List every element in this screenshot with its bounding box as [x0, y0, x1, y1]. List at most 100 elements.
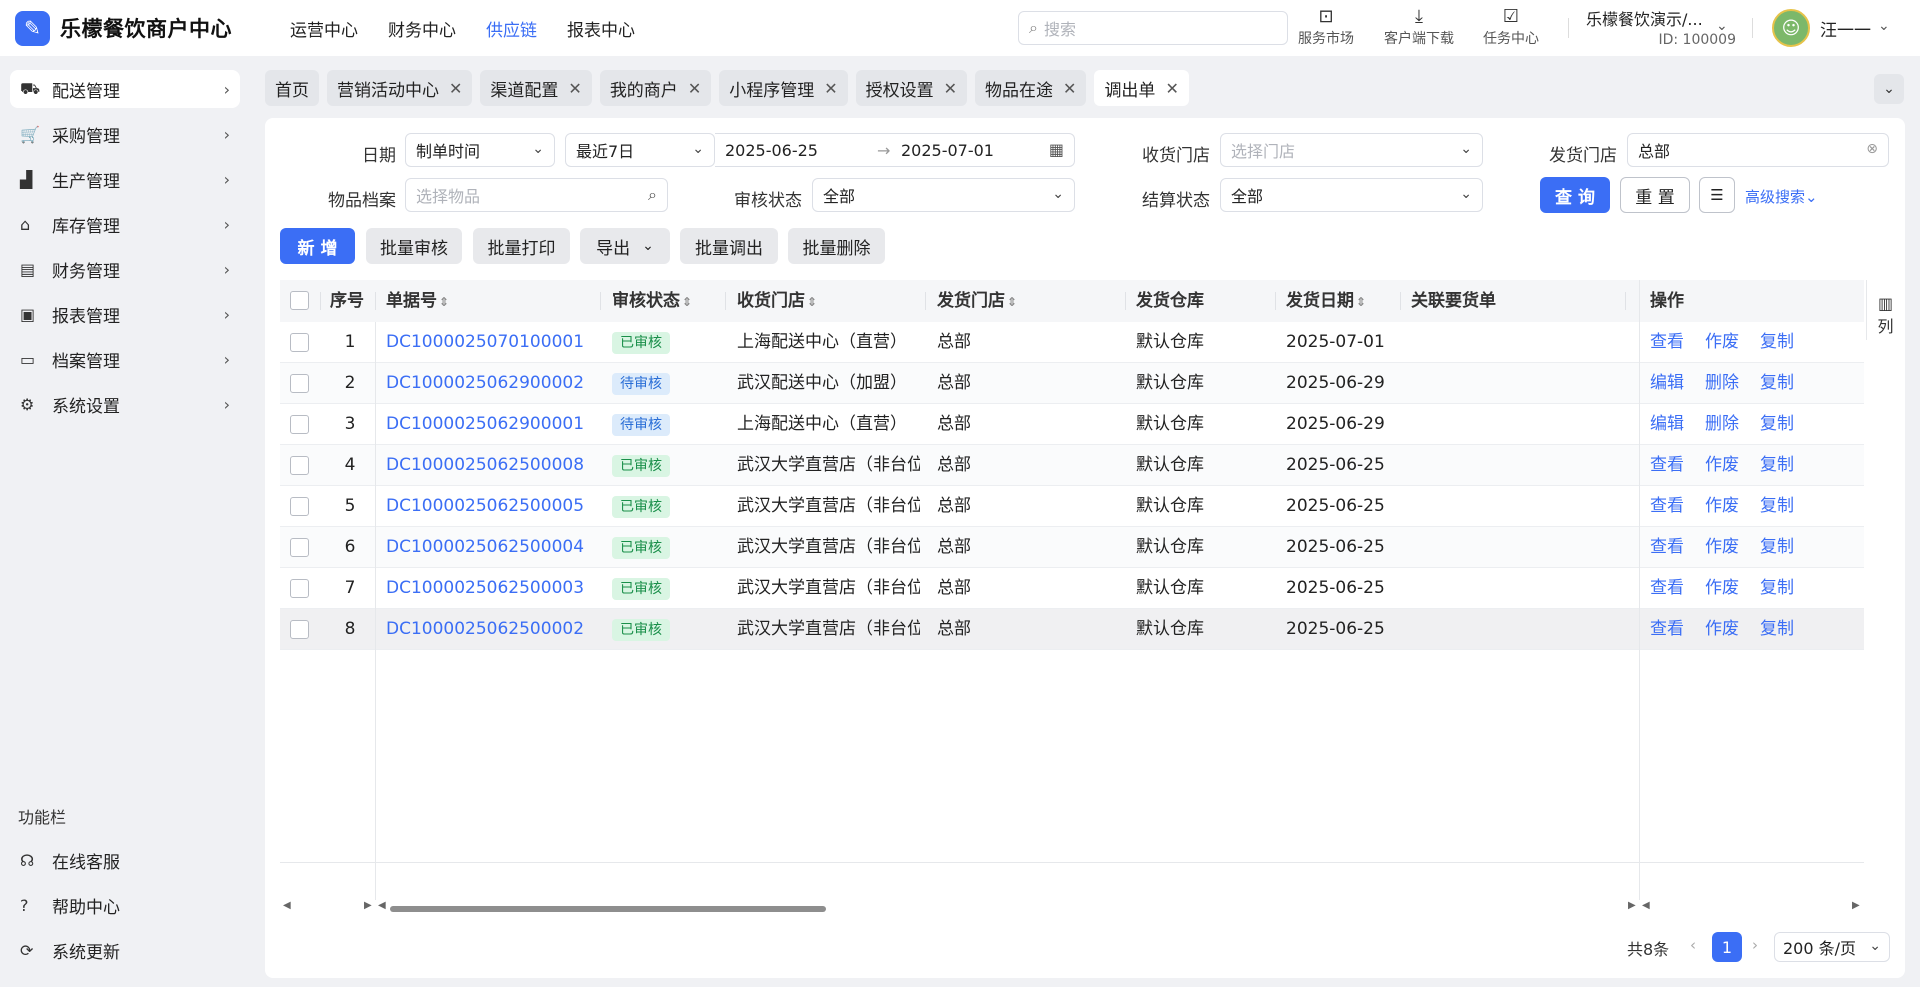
- topnav-item[interactable]: 报表中心: [567, 16, 635, 41]
- table-row[interactable]: 8 DC1000025062500002 已审核 武汉大学直营店（非台位 总部 默认仓库 2…: [280, 609, 1864, 650]
- batch-audit-button[interactable]: 批量审核: [366, 228, 462, 264]
- row-checkbox[interactable]: [290, 415, 309, 434]
- row-action-link[interactable]: 查看: [1650, 486, 1684, 527]
- row-checkbox[interactable]: [290, 497, 309, 516]
- sidebar-item[interactable]: ⌂ 库存管理 ›: [10, 205, 240, 243]
- column-settings-button[interactable]: ▥ 列: [1866, 280, 1904, 340]
- logo[interactable]: ✎ 乐檬餐饮商户中心: [15, 10, 255, 46]
- row-action-link[interactable]: 复制: [1760, 609, 1794, 650]
- header-ship-store[interactable]: 发货门店 ⇕: [937, 280, 1017, 322]
- next-page-icon[interactable]: ›: [1752, 936, 1758, 954]
- query-button[interactable]: 查 询: [1540, 177, 1610, 213]
- sidebar-bottom-item[interactable]: ☊ 在线客服: [10, 841, 240, 879]
- row-action-link[interactable]: 作废: [1705, 568, 1739, 609]
- table-row[interactable]: 4 DC1000025062500008 已审核 武汉大学直营店（非台位 总部 默认仓库 2…: [280, 445, 1864, 486]
- cell-order-no[interactable]: DC1000025062500002: [386, 609, 596, 650]
- audit-status-select[interactable]: 全部 ⌄: [812, 178, 1075, 212]
- scroll-left-arrow[interactable]: ◀: [283, 900, 291, 911]
- page-number-current[interactable]: 1: [1712, 932, 1742, 962]
- sort-icon[interactable]: ⇕: [1356, 295, 1366, 309]
- row-action-link[interactable]: 查看: [1650, 609, 1684, 650]
- close-icon[interactable]: ✕: [824, 79, 837, 98]
- row-checkbox[interactable]: [290, 620, 309, 639]
- row-action-link[interactable]: 复制: [1760, 527, 1794, 568]
- row-checkbox[interactable]: [290, 456, 309, 475]
- row-checkbox[interactable]: [290, 333, 309, 352]
- row-action-link[interactable]: 作废: [1705, 486, 1739, 527]
- avatar[interactable]: ☺: [1772, 9, 1810, 47]
- prev-page-icon[interactable]: ‹: [1690, 936, 1696, 954]
- scroll-right-arrow[interactable]: ▶: [1852, 900, 1860, 911]
- row-action-link[interactable]: 复制: [1760, 322, 1794, 363]
- row-action-link[interactable]: 删除: [1705, 404, 1739, 445]
- cell-order-no[interactable]: DC1000025062900002: [386, 363, 596, 404]
- reset-button[interactable]: 重 置: [1620, 177, 1690, 213]
- settle-status-select[interactable]: 全部 ⌄: [1220, 178, 1483, 212]
- page-tab[interactable]: 小程序管理 ✕: [719, 70, 848, 106]
- row-action-link[interactable]: 复制: [1760, 445, 1794, 486]
- sidebar-item[interactable]: ▭ 档案管理 ›: [10, 340, 240, 378]
- table-row[interactable]: 7 DC1000025062500003 已审核 武汉大学直营店（非台位 总部 默认仓库 2…: [280, 568, 1864, 609]
- sidebar-bottom-item[interactable]: ? 帮助中心: [10, 886, 240, 924]
- header-ship-date[interactable]: 发货日期 ⇕: [1286, 280, 1366, 322]
- page-tab[interactable]: 渠道配置 ✕: [480, 70, 592, 106]
- batch-print-button[interactable]: 批量打印: [473, 228, 570, 264]
- add-button[interactable]: 新 增: [280, 228, 355, 264]
- row-action-link[interactable]: 作废: [1705, 609, 1739, 650]
- user-name[interactable]: 汪一一: [1820, 16, 1871, 41]
- scroll-right-arrow[interactable]: ▶: [364, 900, 372, 911]
- ship-store-select[interactable]: 总部 ⊗: [1627, 133, 1889, 167]
- sort-icon[interactable]: ⇕: [682, 295, 692, 309]
- row-action-link[interactable]: 查看: [1650, 568, 1684, 609]
- sidebar-item[interactable]: ⛟ 配送管理 ›: [10, 70, 240, 108]
- tool-task-center[interactable]: ☑ 任务中心: [1483, 6, 1539, 48]
- row-checkbox[interactable]: [290, 579, 309, 598]
- close-icon[interactable]: ✕: [449, 79, 462, 98]
- page-size-select[interactable]: 200 条/页 ⌄: [1774, 932, 1890, 962]
- row-action-link[interactable]: 复制: [1760, 486, 1794, 527]
- scroll-left-arrow[interactable]: ◀: [1642, 900, 1650, 911]
- tool-client-download[interactable]: ⤓ 客户端下载: [1384, 6, 1454, 48]
- advanced-search-link[interactable]: 高级搜索⌄: [1745, 186, 1818, 207]
- item-select[interactable]: 选择物品 ⌕: [405, 178, 668, 212]
- tool-service-market[interactable]: ⊡ 服务市场: [1298, 6, 1354, 48]
- row-action-link[interactable]: 作废: [1705, 445, 1739, 486]
- row-action-link[interactable]: 作废: [1705, 322, 1739, 363]
- sidebar-item[interactable]: 🛒 采购管理 ›: [10, 115, 240, 153]
- page-tab[interactable]: 首页: [265, 70, 319, 106]
- row-action-link[interactable]: 查看: [1650, 527, 1684, 568]
- close-icon[interactable]: ✕: [568, 79, 581, 98]
- batch-delete-button[interactable]: 批量删除: [788, 228, 885, 264]
- chevron-down-icon[interactable]: ⌄: [1878, 18, 1890, 34]
- sort-icon[interactable]: ⇕: [1007, 295, 1017, 309]
- filter-settings-button[interactable]: ☰: [1699, 177, 1735, 213]
- page-tab[interactable]: 营销活动中心 ✕: [327, 70, 473, 106]
- sort-icon[interactable]: ⇕: [807, 295, 817, 309]
- close-icon[interactable]: ✕: [944, 79, 957, 98]
- header-order-no[interactable]: 单据号 ⇕: [386, 280, 449, 322]
- row-action-link[interactable]: 作废: [1705, 527, 1739, 568]
- table-row[interactable]: 5 DC1000025062500005 已审核 武汉大学直营店（非台位 总部 默认仓库 2…: [280, 486, 1864, 527]
- page-tab[interactable]: 物品在途 ✕: [975, 70, 1087, 106]
- topnav-item[interactable]: 财务中心: [388, 16, 456, 41]
- close-icon[interactable]: ✕: [1165, 79, 1178, 98]
- sidebar-item[interactable]: ⚙ 系统设置 ›: [10, 385, 240, 423]
- cell-order-no[interactable]: DC1000025062500003: [386, 568, 596, 609]
- scroll-right-arrow[interactable]: ▶: [1628, 900, 1636, 911]
- row-action-link[interactable]: 编辑: [1650, 404, 1684, 445]
- row-action-link[interactable]: 复制: [1760, 568, 1794, 609]
- chevron-down-icon[interactable]: ⌄: [1716, 18, 1728, 34]
- date-type-select[interactable]: 制单时间 ⌄: [405, 133, 555, 167]
- cell-order-no[interactable]: DC1000025070100001: [386, 322, 596, 363]
- export-button[interactable]: 导出 ⌄: [580, 228, 670, 264]
- row-action-link[interactable]: 查看: [1650, 322, 1684, 363]
- receive-store-select[interactable]: 选择门店 ⌄: [1220, 133, 1483, 167]
- close-icon[interactable]: ✕: [1063, 79, 1076, 98]
- cell-order-no[interactable]: DC1000025062500005: [386, 486, 596, 527]
- cell-order-no[interactable]: DC1000025062900001: [386, 404, 596, 445]
- sidebar-item[interactable]: ▣ 报表管理 ›: [10, 295, 240, 333]
- sidebar-item[interactable]: ▟ 生产管理 ›: [10, 160, 240, 198]
- close-icon[interactable]: ✕: [688, 79, 701, 98]
- header-receive-store[interactable]: 收货门店 ⇕: [737, 280, 817, 322]
- merchant-switcher[interactable]: 乐檬餐饮演示/... ID: 100009: [1586, 6, 1736, 48]
